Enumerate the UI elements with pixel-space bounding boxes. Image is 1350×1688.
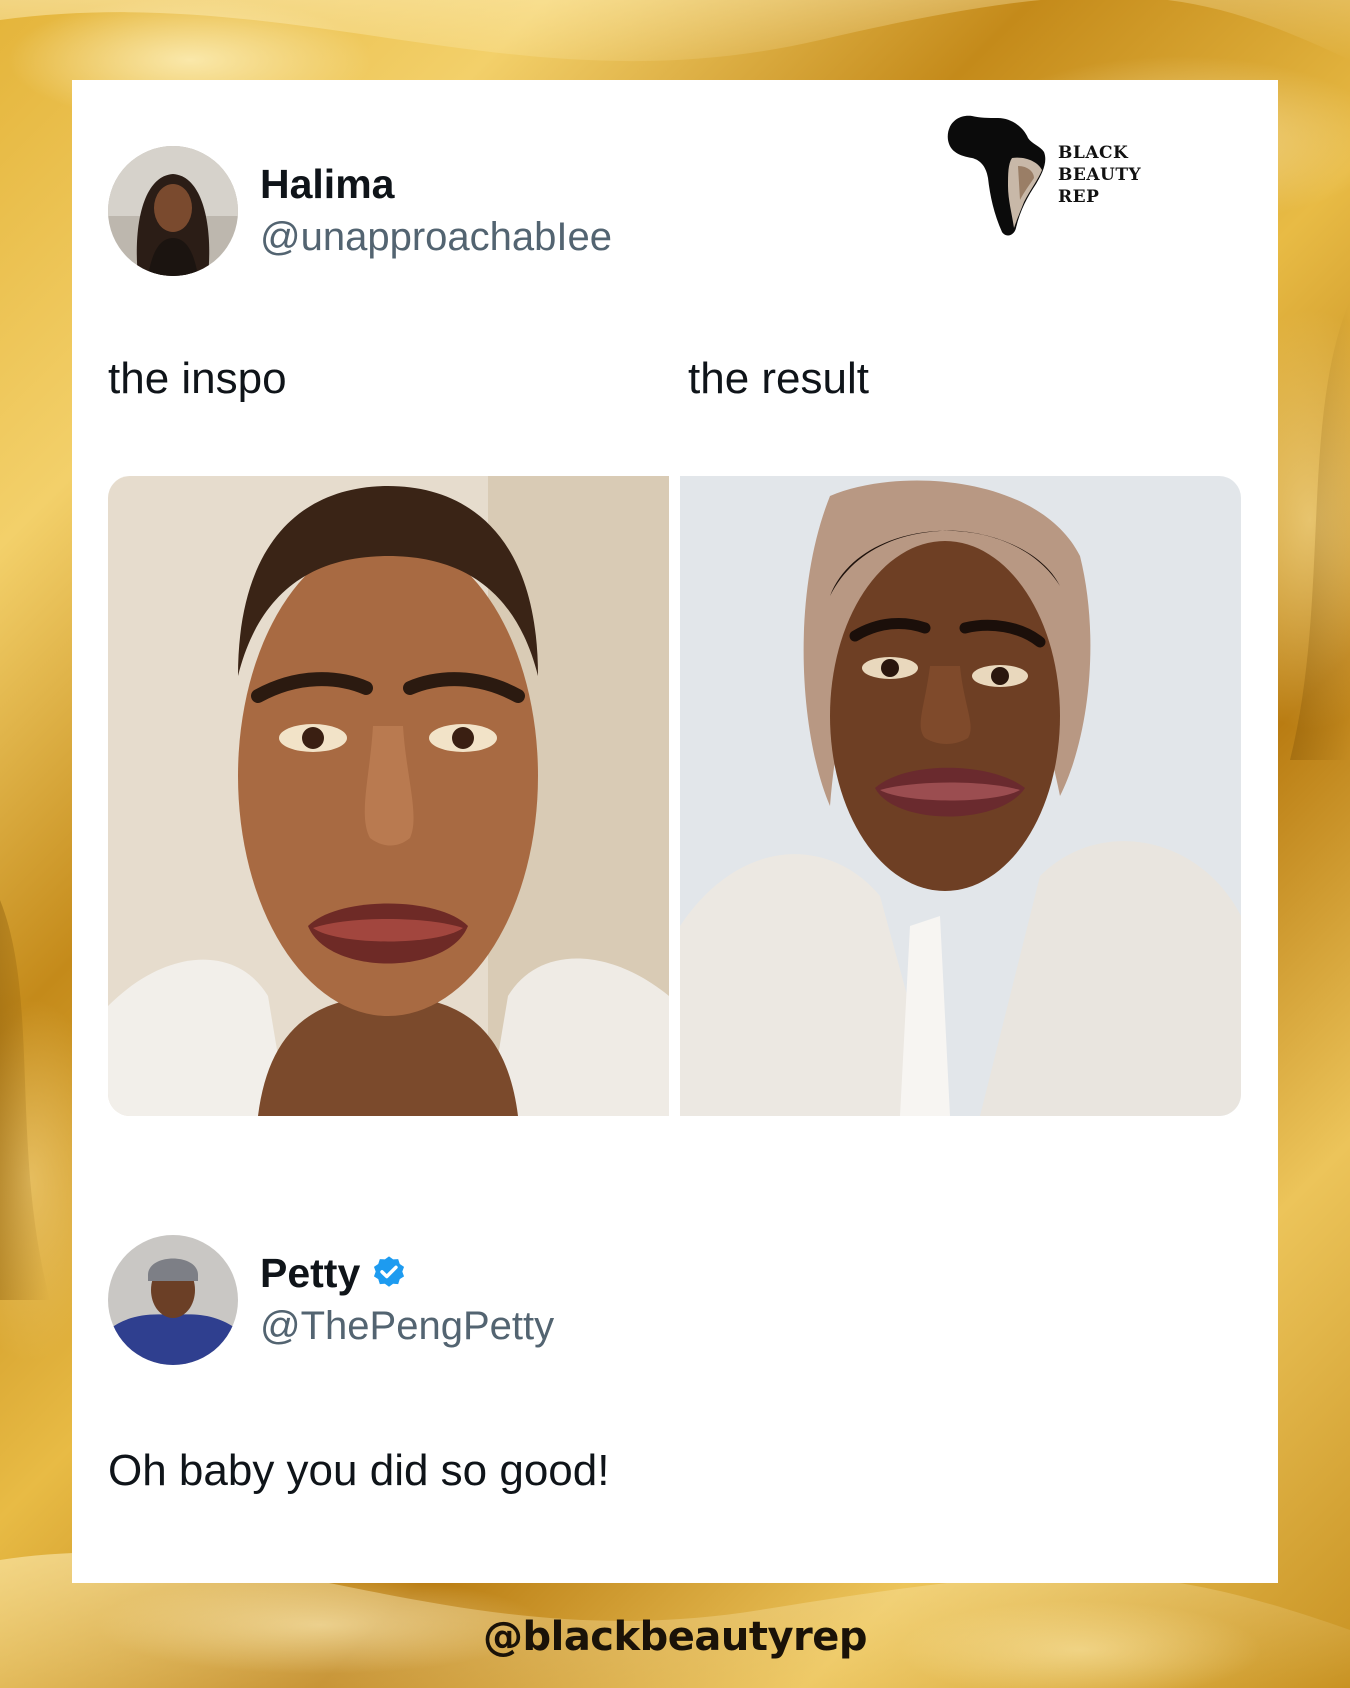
verified-badge-icon [370,1254,408,1292]
caption-inspo: the inspo [108,354,287,403]
logo-line-1: BLACK [1058,143,1129,163]
brand-logo: BLACK BEAUTY REP [942,110,1141,240]
caption-result: the result [688,354,869,403]
tweet-card: Halima @unapproachabIee BLACK BEAUTY REP… [72,80,1278,1583]
author-display-name[interactable]: Halima [260,159,612,209]
logo-line-2: BEAUTY [1058,165,1142,185]
post-header: Halima @unapproachabIee [108,146,612,276]
reply-author-handle[interactable]: @ThePengPetty [260,1300,554,1352]
inspo-photo[interactable] [108,476,669,1116]
africa-map-icon [947,115,1046,236]
reply-text: Oh baby you did so good! [108,1446,610,1495]
logo-line-3: REP [1058,187,1100,207]
author-avatar[interactable] [108,146,238,276]
result-photo[interactable] [680,476,1241,1116]
reply-author-avatar[interactable] [108,1235,238,1365]
reply-header: Petty @ThePengPetty [108,1235,554,1365]
reply-author-display-name[interactable]: Petty [260,1248,360,1298]
footer-brand-handle[interactable]: @blackbeautyrep [0,1614,1350,1660]
author-handle[interactable]: @unapproachabIee [260,211,612,263]
